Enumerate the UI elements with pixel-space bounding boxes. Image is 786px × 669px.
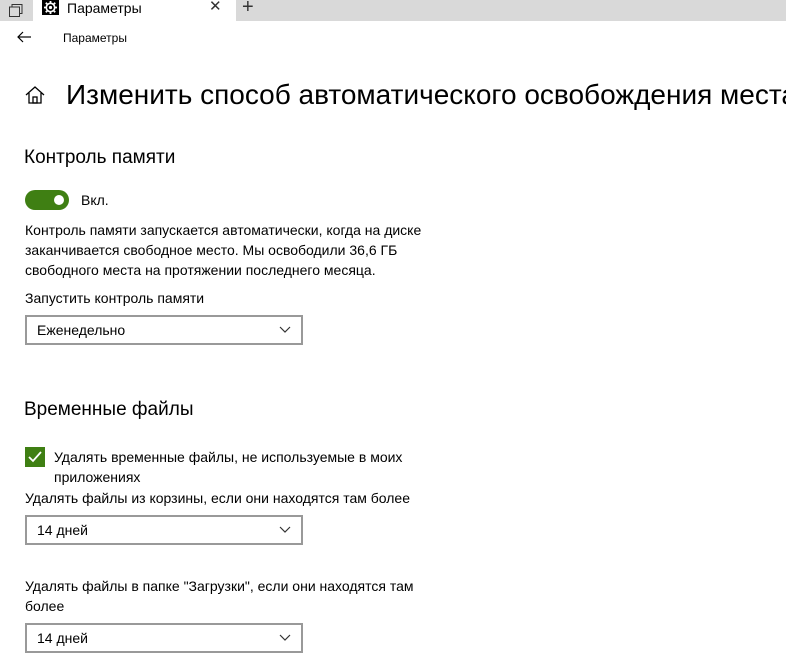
restore-tabs-icon[interactable] <box>0 0 31 21</box>
chevron-down-icon <box>279 526 291 533</box>
select-value: 14 дней <box>37 630 88 646</box>
storage-sense-description: Контроль памяти запускается автоматическ… <box>25 222 422 278</box>
delete-temp-files-label: Удалять временные файлы, не используемые… <box>54 449 403 485</box>
toggle-knob <box>54 195 64 205</box>
home-icon[interactable] <box>24 85 46 105</box>
page-title: Изменить способ автоматического освобожд… <box>66 79 786 110</box>
new-tab-plus-icon[interactable]: + <box>242 0 254 17</box>
tab-bar: Параметры ✕ + <box>0 0 786 21</box>
downloads-label: Удалять файлы в папке "Загрузки", если о… <box>25 578 414 614</box>
recycle-bin-label: Удалять файлы из корзины, если они наход… <box>25 490 410 506</box>
settings-gear-icon <box>42 0 59 15</box>
chevron-down-icon <box>279 326 291 333</box>
run-storage-sense-select[interactable]: Еженедельно <box>25 315 303 345</box>
back-arrow-icon[interactable] <box>16 30 34 44</box>
recycle-bin-select[interactable]: 14 дней <box>25 515 303 545</box>
storage-sense-toggle[interactable] <box>25 190 69 210</box>
select-value: 14 дней <box>37 522 88 538</box>
checkmark-icon <box>28 451 42 463</box>
storage-sense-heading: Контроль памяти <box>24 147 176 168</box>
select-value: Еженедельно <box>37 322 126 338</box>
chevron-down-icon <box>279 634 291 641</box>
delete-temp-files-checkbox[interactable] <box>25 447 45 467</box>
downloads-select[interactable]: 14 дней <box>25 623 303 653</box>
tab-settings[interactable]: Параметры ✕ <box>33 0 236 21</box>
temp-files-heading: Временные файлы <box>24 399 194 420</box>
app-title: Параметры <box>63 31 127 45</box>
tab-title: Параметры <box>67 0 142 16</box>
toggle-state-label: Вкл. <box>81 192 109 208</box>
run-storage-sense-label: Запустить контроль памяти <box>25 290 205 306</box>
close-icon[interactable]: ✕ <box>209 0 222 15</box>
